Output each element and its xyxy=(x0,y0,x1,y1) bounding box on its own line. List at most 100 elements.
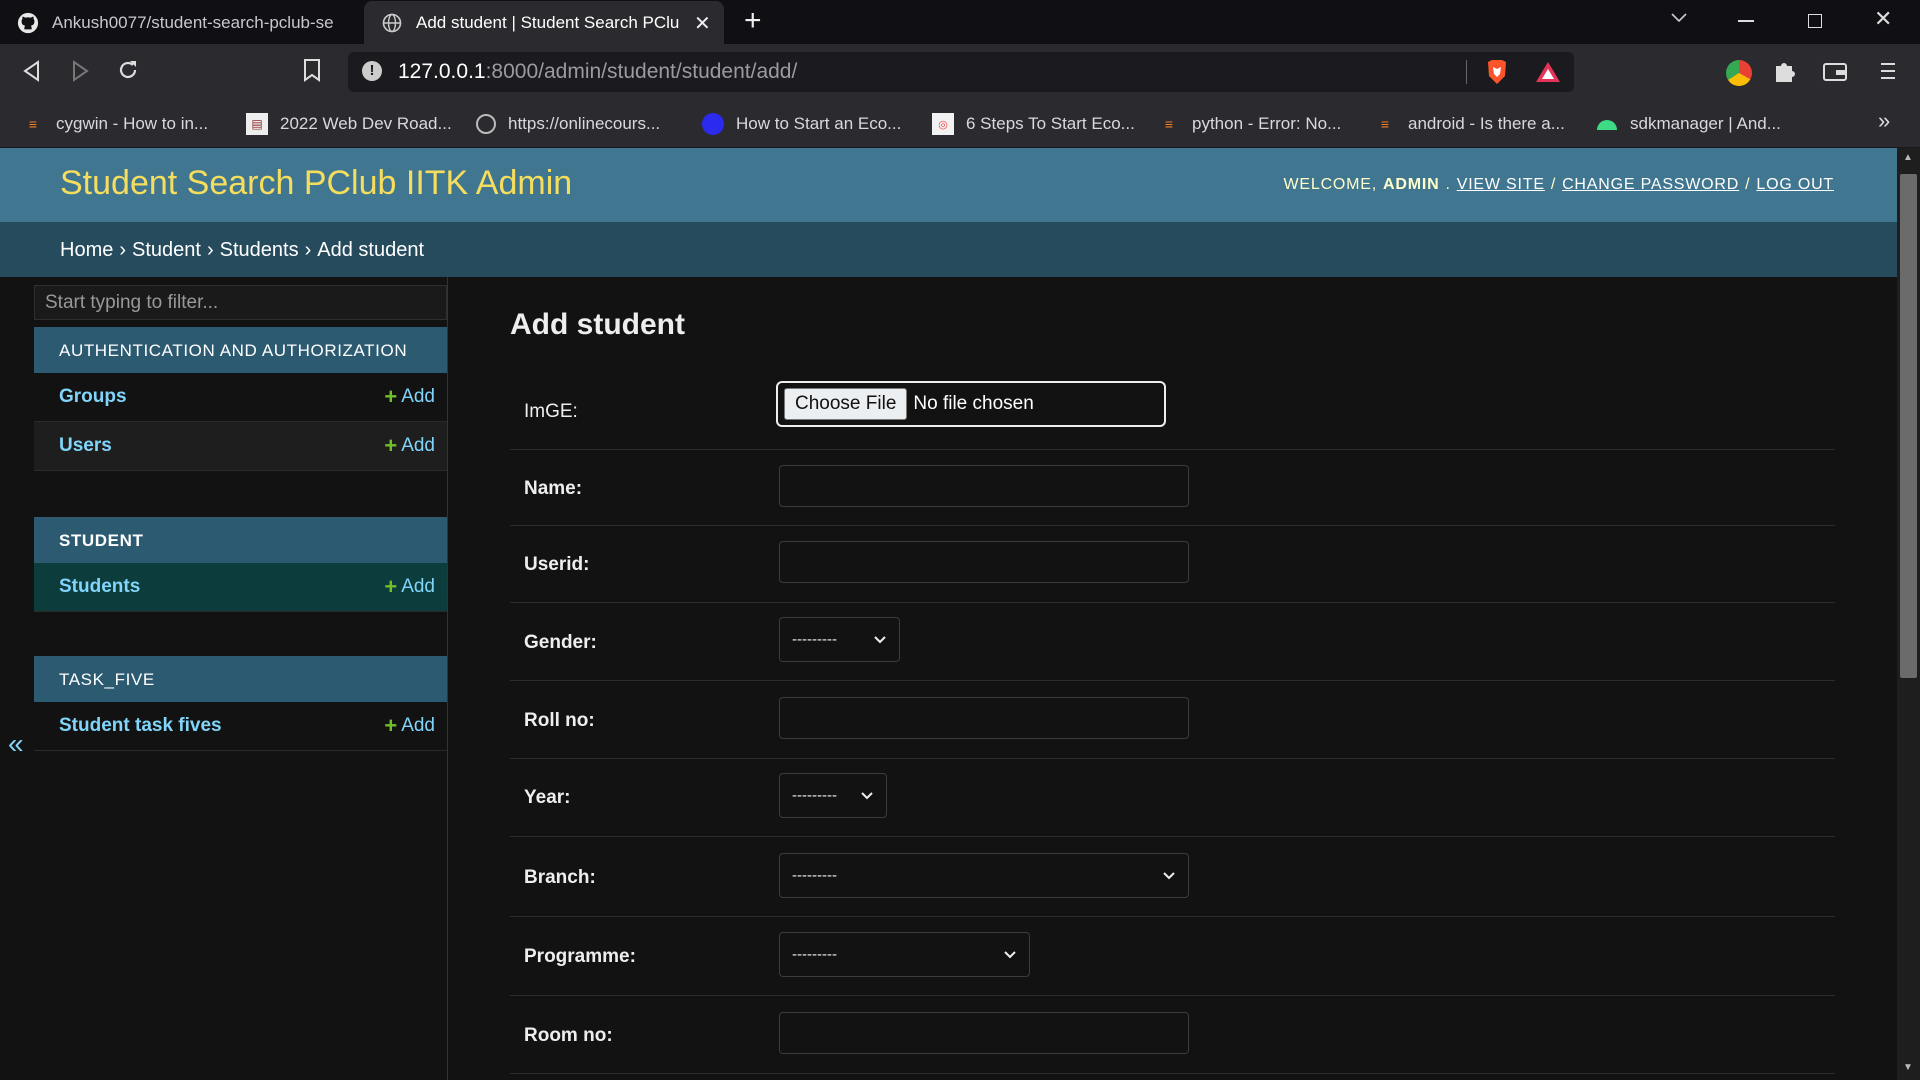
username: admin xyxy=(1383,176,1440,193)
chevron-down-icon xyxy=(860,788,874,804)
app-caption-task-five[interactable]: TASK_FIVE xyxy=(34,656,447,702)
add-link[interactable]: + Add xyxy=(384,574,435,600)
android-icon xyxy=(1596,113,1618,135)
scroll-up-icon[interactable]: ▲ xyxy=(1903,152,1913,163)
bookmark-item[interactable]: ≡ cygwin - How to in... xyxy=(22,110,208,138)
model-link[interactable]: Student task fives xyxy=(59,715,222,737)
github-icon xyxy=(16,11,40,35)
wallet-icon[interactable] xyxy=(1822,60,1848,89)
chevron-down-icon xyxy=(873,632,887,648)
sidebar-item-student-task-fives[interactable]: Student task fives + Add xyxy=(34,702,447,751)
extensions-puzzle-icon[interactable] xyxy=(1772,58,1798,89)
tab-title: Add student | Student Search PClu xyxy=(416,12,680,32)
bookmark-item[interactable]: ▤ 2022 Web Dev Road... xyxy=(246,110,452,138)
room-no-label: Room no: xyxy=(524,1025,613,1046)
scrollbar-thumb[interactable] xyxy=(1900,174,1917,678)
programme-select[interactable]: --------- xyxy=(779,932,1030,977)
close-tab-icon[interactable]: ✕ xyxy=(694,11,711,36)
sidebar-item-groups[interactable]: Groups + Add xyxy=(34,373,447,422)
bookmarks-bar: ≡ cygwin - How to in... ▤ 2022 Web Dev Roa… xyxy=(0,100,1920,148)
form-row-room-no: Room no: xyxy=(510,996,1835,1074)
select-value: --------- xyxy=(792,867,837,884)
stackoverflow-icon: ≡ xyxy=(1380,116,1390,132)
tab-title: Ankush0077/student-search-pclub-se xyxy=(52,12,334,32)
new-tab-icon[interactable]: + xyxy=(744,4,762,38)
branch-label: Branch: xyxy=(524,867,596,888)
restore-icon[interactable] xyxy=(1808,14,1822,28)
form-row-gender: Gender: --------- xyxy=(510,603,1835,681)
user-tools: Welcome, admin. View site / Change passwo… xyxy=(1283,176,1834,194)
forward-icon[interactable] xyxy=(70,60,90,87)
address-bar[interactable]: ! 127.0.0.1:8000/admin/student/student/a… xyxy=(348,52,1574,92)
bookmark-item[interactable]: sdkmanager | And... xyxy=(1596,110,1781,138)
menu-icon[interactable] xyxy=(1878,60,1898,87)
page-title: Add student xyxy=(510,308,685,341)
site-brand[interactable]: Student Search PClub IITK Admin xyxy=(60,164,572,203)
plus-icon: + xyxy=(384,574,398,599)
room-no-input[interactable] xyxy=(779,1012,1189,1054)
breadcrumb-student-app[interactable]: Student xyxy=(132,239,201,261)
model-link[interactable]: Students xyxy=(59,576,140,598)
chevron-down-icon xyxy=(1162,868,1176,884)
bookmark-item[interactable]: https://onlinecours... xyxy=(476,110,660,138)
brave-shields-icon[interactable] xyxy=(1484,58,1510,91)
gender-label: Gender: xyxy=(524,632,597,653)
url-text[interactable]: 127.0.0.1:8000/admin/student/student/add… xyxy=(398,60,797,84)
app-caption-student[interactable]: Student xyxy=(34,517,447,563)
name-label: Name: xyxy=(524,478,583,499)
bookmark-icon[interactable] xyxy=(302,58,322,87)
add-link[interactable]: + Add xyxy=(384,713,435,739)
model-link[interactable]: Groups xyxy=(59,386,127,408)
change-password-link[interactable]: Change password xyxy=(1562,176,1739,194)
form-row-roll-no: Roll no: xyxy=(510,681,1835,759)
roll-no-input[interactable] xyxy=(779,697,1189,739)
minimize-icon[interactable] xyxy=(1738,20,1754,22)
scroll-down-icon[interactable]: ▼ xyxy=(1903,1062,1913,1073)
select-value: --------- xyxy=(792,631,837,648)
form-row-year: Year: --------- xyxy=(510,759,1835,837)
bookmark-item[interactable]: ◎ 6 Steps To Start Eco... xyxy=(932,110,1135,138)
breadcrumb-students[interactable]: Students xyxy=(220,239,299,261)
sidebar-item-students[interactable]: Students + Add xyxy=(34,563,447,612)
year-select[interactable]: --------- xyxy=(779,773,887,818)
reload-icon[interactable] xyxy=(116,58,140,87)
bookmark-item[interactable]: How to Start an Eco... xyxy=(702,110,901,138)
browser-tab-bar: Ankush0077/student-search-pclub-se Add s… xyxy=(0,0,1920,44)
extension-chrome-icon[interactable] xyxy=(1726,60,1752,86)
back-icon[interactable] xyxy=(22,60,42,87)
bookmark-item[interactable]: ≡ android - Is there a... xyxy=(1374,110,1565,138)
userid-input[interactable] xyxy=(779,541,1189,583)
nav-filter-input[interactable]: Start typing to filter... xyxy=(34,285,447,320)
plus-icon: + xyxy=(384,433,398,458)
name-input[interactable] xyxy=(779,465,1189,507)
sidebar-item-users[interactable]: Users + Add xyxy=(34,422,447,471)
tab-search-icon[interactable] xyxy=(1670,8,1688,31)
branch-select[interactable]: --------- xyxy=(779,853,1189,898)
tab-add-student[interactable]: Add student | Student Search PClu ✕ xyxy=(364,1,724,44)
file-status-text: No file chosen xyxy=(913,393,1034,414)
view-site-link[interactable]: View site xyxy=(1457,176,1545,194)
model-link[interactable]: Users xyxy=(59,435,112,457)
brave-rewards-icon[interactable] xyxy=(1534,60,1562,89)
image-file-input[interactable]: Choose File No file chosen xyxy=(776,381,1166,427)
select-value: --------- xyxy=(792,787,837,804)
bookmark-item[interactable]: ≡ python - Error: No... xyxy=(1158,110,1341,138)
collapse-sidebar-icon[interactable]: « xyxy=(8,728,24,760)
close-window-icon[interactable]: ✕ xyxy=(1874,6,1892,32)
breadcrumb-home[interactable]: Home xyxy=(60,239,113,261)
add-link[interactable]: + Add xyxy=(384,384,435,410)
tab-github[interactable]: Ankush0077/student-search-pclub-se xyxy=(0,1,360,44)
gender-select[interactable]: --------- xyxy=(779,617,900,662)
site-info-icon[interactable]: ! xyxy=(362,61,382,81)
userid-label: Userid: xyxy=(524,554,590,575)
plus-icon: + xyxy=(384,384,398,409)
add-link[interactable]: + Add xyxy=(384,433,435,459)
globe-icon xyxy=(476,114,496,134)
app-caption-auth[interactable]: Authentication and Authorization xyxy=(34,327,447,373)
roll-no-label: Roll no: xyxy=(524,710,595,731)
breadcrumb-current: Add student xyxy=(317,239,425,261)
more-bookmarks-icon[interactable]: » xyxy=(1878,108,1890,134)
image-label: ImGE: xyxy=(524,401,578,422)
choose-file-button[interactable]: Choose File xyxy=(784,388,908,420)
logout-link[interactable]: Log out xyxy=(1756,176,1834,194)
